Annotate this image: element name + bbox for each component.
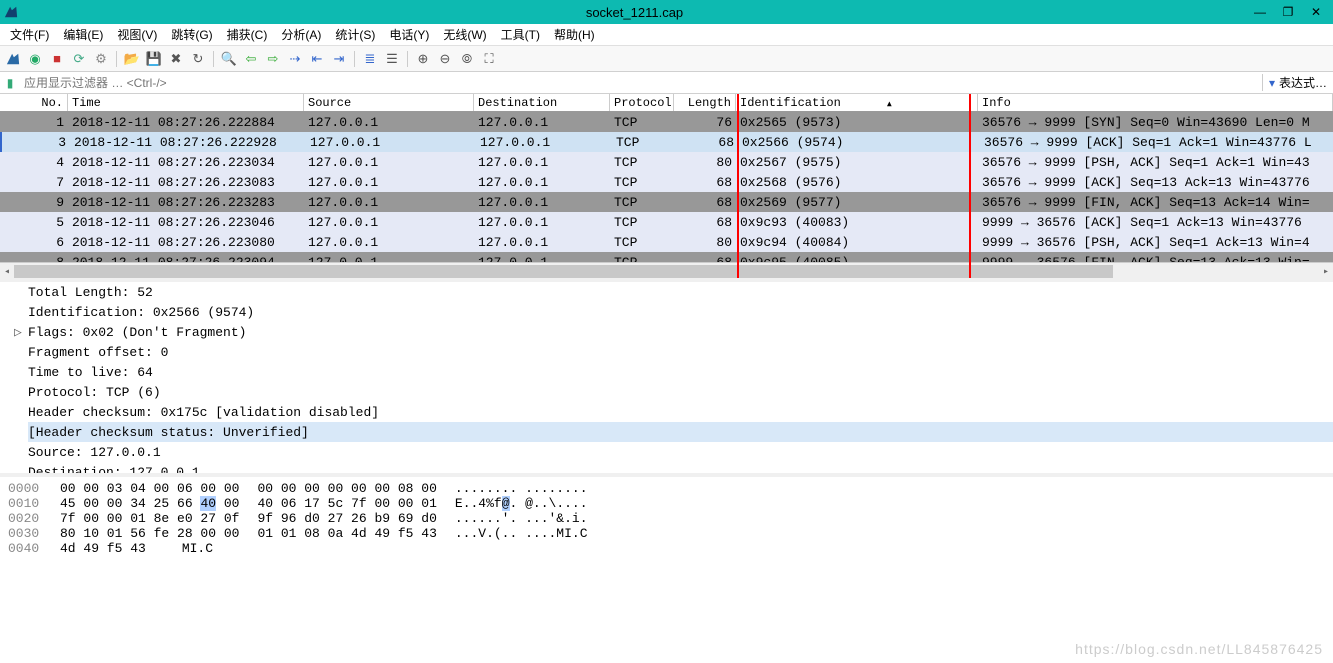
hex-row[interactable]: 000000 00 03 04 00 06 00 0000 00 00 00 0…	[8, 481, 1325, 496]
expand-icon[interactable]: ▷	[14, 325, 28, 340]
hex-row[interactable]: 00207f 00 00 01 8e e0 27 0f9f 96 d0 27 2…	[8, 511, 1325, 526]
menu-wireless[interactable]: 无线(W)	[437, 24, 492, 45]
col-proto[interactable]: Protocol	[610, 94, 674, 111]
window-title: socket_1211.cap	[22, 5, 1247, 20]
detail-line[interactable]: Protocol: TCP (6)	[28, 382, 1333, 402]
app-icon	[0, 5, 22, 19]
col-info[interactable]: Info	[978, 94, 1333, 111]
titlebar: socket_1211.cap — ❐ ✕	[0, 0, 1333, 24]
save-icon[interactable]: 💾	[145, 50, 163, 68]
hex-row[interactable]: 00404d 49 f5 43MI.C	[8, 541, 1325, 556]
col-time[interactable]: Time	[68, 94, 304, 111]
stop-capture-icon[interactable]: ■	[48, 50, 66, 68]
menu-edit[interactable]: 编辑(E)	[57, 24, 109, 45]
hex-pane[interactable]: 000000 00 03 04 00 06 00 0000 00 00 00 0…	[0, 477, 1333, 560]
goto-icon[interactable]: ⇢	[286, 50, 304, 68]
reload-icon[interactable]: ↻	[189, 50, 207, 68]
open-icon[interactable]: 📂	[123, 50, 141, 68]
scroll-left-icon[interactable]: ◂	[0, 263, 14, 281]
packet-header: No. Time Source Destination Protocol Len…	[0, 94, 1333, 112]
bookmark-icon[interactable]: ▮	[0, 76, 20, 90]
restart-capture-icon[interactable]: ⟳	[70, 50, 88, 68]
menu-file[interactable]: 文件(F)	[4, 24, 55, 45]
sort-arrow-icon: ▴	[886, 96, 893, 111]
packet-row[interactable]: 42018-12-11 08:27:26.223034127.0.0.1127.…	[0, 152, 1333, 172]
menu-view[interactable]: 视图(V)	[111, 24, 163, 45]
last-icon[interactable]: ⇥	[330, 50, 348, 68]
packet-list: No. Time Source Destination Protocol Len…	[0, 94, 1333, 282]
packet-row[interactable]: 52018-12-11 08:27:26.223046127.0.0.1127.…	[0, 212, 1333, 232]
packet-row[interactable]: 32018-12-11 08:27:26.222928127.0.0.1127.…	[0, 132, 1333, 152]
next-icon[interactable]: ⇨	[264, 50, 282, 68]
detail-line[interactable]: Fragment offset: 0	[28, 342, 1333, 362]
hex-row[interactable]: 003080 10 01 56 fe 28 00 0001 01 08 0a 4…	[8, 526, 1325, 541]
detail-line[interactable]: Source: 127.0.0.1	[28, 442, 1333, 462]
toolbar-separator	[407, 51, 408, 67]
zoom-out-icon[interactable]: ⊖	[436, 50, 454, 68]
detail-line[interactable]: Identification: 0x2566 (9574)	[28, 302, 1333, 322]
toolbar-separator	[354, 51, 355, 67]
resize-cols-icon[interactable]: ⛶	[480, 50, 498, 68]
packet-row[interactable]: 62018-12-11 08:27:26.223080127.0.0.1127.…	[0, 232, 1333, 252]
menu-capture[interactable]: 捕获(C)	[221, 24, 274, 45]
filter-bar: ▮ ▾ 表达式…	[0, 72, 1333, 94]
detail-line[interactable]: ▷Flags: 0x02 (Don't Fragment)	[28, 322, 1333, 342]
menu-statistics[interactable]: 统计(S)	[329, 24, 381, 45]
start-capture-icon[interactable]: ◉	[26, 50, 44, 68]
close-button[interactable]: ✕	[1303, 3, 1329, 21]
prev-icon[interactable]: ⇦	[242, 50, 260, 68]
toolbar-separator	[213, 51, 214, 67]
col-id[interactable]: Identification▴	[736, 94, 978, 111]
options-icon[interactable]: ⚙	[92, 50, 110, 68]
detail-line[interactable]: Destination: 127.0.0.1	[28, 462, 1333, 477]
col-len[interactable]: Length	[674, 94, 736, 111]
menubar: 文件(F) 编辑(E) 视图(V) 跳转(G) 捕获(C) 分析(A) 统计(S…	[0, 24, 1333, 46]
col-dst[interactable]: Destination	[474, 94, 610, 111]
find-icon[interactable]: 🔍	[220, 50, 238, 68]
filter-input[interactable]	[20, 74, 1262, 92]
colorize-icon[interactable]: ☰	[383, 50, 401, 68]
toolbar-separator	[116, 51, 117, 67]
expression-label: 表达式…	[1279, 74, 1327, 91]
packet-row[interactable]: 92018-12-11 08:27:26.223283127.0.0.1127.…	[0, 192, 1333, 212]
menu-telephony[interactable]: 电话(Y)	[383, 24, 435, 45]
detail-line[interactable]: Time to live: 64	[28, 362, 1333, 382]
col-no[interactable]: No.	[0, 94, 68, 111]
packet-row[interactable]: 72018-12-11 08:27:26.223083127.0.0.1127.…	[0, 172, 1333, 192]
col-src[interactable]: Source	[304, 94, 474, 111]
detail-line[interactable]: Total Length: 52	[28, 282, 1333, 302]
detail-line[interactable]: Header checksum: 0x175c [validation disa…	[28, 402, 1333, 422]
h-scrollbar[interactable]: ◂ ▸	[0, 262, 1333, 280]
autoscroll-icon[interactable]: ≣	[361, 50, 379, 68]
minimize-button[interactable]: —	[1247, 3, 1273, 21]
zoom-reset-icon[interactable]: ⦾	[458, 50, 476, 68]
zoom-in-icon[interactable]: ⊕	[414, 50, 432, 68]
menu-go[interactable]: 跳转(G)	[165, 24, 218, 45]
watermark: https://blog.csdn.net/LL845876425	[1075, 641, 1323, 657]
menu-tools[interactable]: 工具(T)	[495, 24, 546, 45]
close-file-icon[interactable]: ✖	[167, 50, 185, 68]
packet-details[interactable]: Total Length: 52Identification: 0x2566 (…	[0, 282, 1333, 477]
maximize-button[interactable]: ❐	[1275, 3, 1301, 21]
menu-analyze[interactable]: 分析(A)	[275, 24, 327, 45]
expression-button[interactable]: ▾ 表达式…	[1262, 74, 1333, 91]
packet-row[interactable]: 12018-12-11 08:27:26.222884127.0.0.1127.…	[0, 112, 1333, 132]
hex-row[interactable]: 001045 00 00 34 25 66 40 0040 06 17 5c 7…	[8, 496, 1325, 511]
scroll-thumb[interactable]	[14, 265, 1113, 278]
first-icon[interactable]: ⇤	[308, 50, 326, 68]
scroll-right-icon[interactable]: ▸	[1319, 263, 1333, 281]
detail-line[interactable]: [Header checksum status: Unverified]	[28, 422, 1333, 442]
menu-help[interactable]: 帮助(H)	[548, 24, 601, 45]
toolbar: ◉ ■ ⟳ ⚙ 📂 💾 ✖ ↻ 🔍 ⇦ ⇨ ⇢ ⇤ ⇥ ≣ ☰ ⊕ ⊖ ⦾ ⛶	[0, 46, 1333, 72]
fin-icon[interactable]	[4, 50, 22, 68]
